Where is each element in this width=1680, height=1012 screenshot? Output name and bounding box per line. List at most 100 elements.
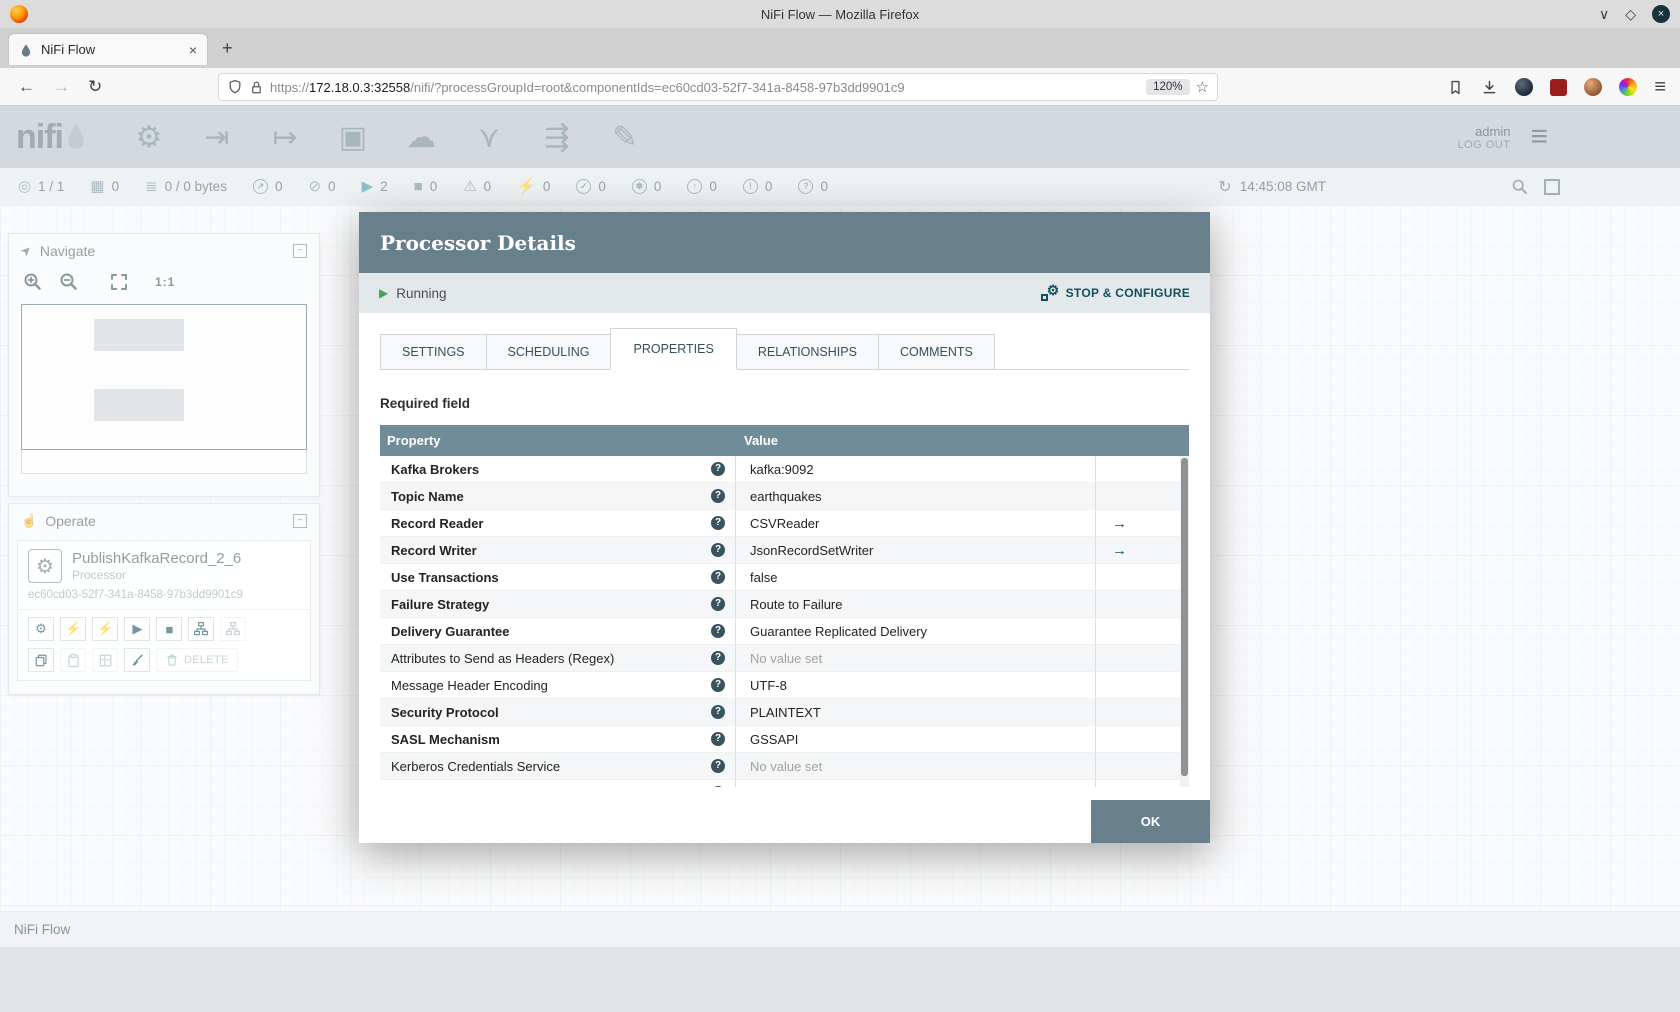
url-bar[interactable]: https://172.18.0.3:32558/nifi/?processGr… xyxy=(218,73,1218,101)
maximize-button[interactable]: ◇ xyxy=(1625,7,1636,21)
table-row: Delivery Guarantee? Guarantee Replicated… xyxy=(380,618,1189,645)
property-value: No value set xyxy=(750,786,822,788)
window-title: NiFi Flow — Mozilla Firefox xyxy=(760,6,920,22)
property-name: Record Reader xyxy=(391,515,484,531)
tab-settings[interactable]: SETTINGS xyxy=(380,334,487,369)
firefox-logo-icon xyxy=(10,5,28,23)
forward-button[interactable]: → xyxy=(53,77,70,97)
property-name: Failure Strategy xyxy=(391,596,490,612)
help-icon[interactable]: ? xyxy=(711,570,725,584)
table-row: Failure Strategy? Route to Failure xyxy=(380,591,1189,618)
dialog-header: Processor Details xyxy=(359,212,1210,273)
downloads-icon[interactable] xyxy=(1481,79,1498,96)
go-to-service-icon[interactable]: → xyxy=(1112,542,1127,559)
stop-configure-icon: ⚙ xyxy=(1040,282,1059,302)
bookmark-star-icon[interactable]: ☆ xyxy=(1196,78,1209,96)
table-row: SASL Mechanism? GSSAPI xyxy=(380,726,1189,753)
tab-comments[interactable]: COMMENTS xyxy=(877,334,995,369)
tab-title: NiFi Flow xyxy=(41,42,96,57)
property-name: Kerberos Service Name xyxy=(391,786,529,788)
stop-configure-label: STOP & CONFIGURE xyxy=(1065,286,1190,300)
property-value: Guarantee Replicated Delivery xyxy=(750,623,928,639)
tab-properties[interactable]: PROPERTIES xyxy=(610,328,737,370)
help-icon[interactable]: ? xyxy=(711,624,725,638)
new-tab-button[interactable]: + xyxy=(222,38,233,59)
property-name: Kafka Brokers xyxy=(391,461,480,477)
table-scrollbar[interactable] xyxy=(1180,456,1189,787)
property-value: kafka:9092 xyxy=(750,461,814,477)
help-icon[interactable]: ? xyxy=(711,516,725,530)
scrollbar-thumb[interactable] xyxy=(1181,458,1188,776)
table-row: Record Writer? JsonRecordSetWriter → xyxy=(380,537,1189,564)
screen: NiFi Flow — Mozilla Firefox ∨ ◇ × NiFi F… xyxy=(0,0,1680,1012)
extension-pinwheel-icon[interactable] xyxy=(1619,78,1638,96)
table-header: Property Value xyxy=(380,425,1189,456)
value-column-header: Value xyxy=(744,433,778,448)
table-row: Message Header Encoding? UTF-8 xyxy=(380,672,1189,699)
running-state-icon: ▶ xyxy=(379,286,389,300)
property-name: Kerberos Credentials Service xyxy=(391,758,561,774)
property-name: Security Protocol xyxy=(391,704,499,720)
lock-icon[interactable] xyxy=(249,80,264,95)
dialog-title: Processor Details xyxy=(380,230,576,255)
table-row-partial: Kerberos Service Name? No value set xyxy=(380,780,1189,787)
property-name: Use Transactions xyxy=(391,569,499,585)
property-value: No value set xyxy=(750,650,823,666)
property-value: Route to Failure xyxy=(750,596,843,612)
help-icon[interactable]: ? xyxy=(711,732,725,746)
property-value: UTF-8 xyxy=(750,677,787,693)
help-icon[interactable]: ? xyxy=(711,678,725,692)
browser-tab[interactable]: NiFi Flow × xyxy=(8,33,208,65)
url-text: https://172.18.0.3:32558/nifi/?processGr… xyxy=(270,79,905,95)
help-icon[interactable]: ? xyxy=(711,786,725,787)
dialog-tabs: SETTINGS SCHEDULING PROPERTIES RELATIONS… xyxy=(380,328,1189,370)
tab-favicon-icon xyxy=(21,43,31,57)
browser-menu-icon[interactable]: ≡ xyxy=(1654,76,1666,99)
help-icon[interactable]: ? xyxy=(711,597,725,611)
property-name: Attributes to Send as Headers (Regex) xyxy=(391,650,615,666)
property-name: Message Header Encoding xyxy=(391,677,548,693)
help-icon[interactable]: ? xyxy=(711,651,725,665)
property-value: JsonRecordSetWriter xyxy=(750,542,874,558)
table-body: Kafka Brokers? kafka:9092 Topic Name? ea… xyxy=(380,456,1189,787)
help-icon[interactable]: ? xyxy=(711,543,725,557)
property-value: false xyxy=(750,569,778,585)
property-name: Topic Name xyxy=(391,488,464,504)
help-icon[interactable]: ? xyxy=(711,462,725,476)
go-to-service-icon[interactable]: → xyxy=(1112,515,1127,532)
table-row: Kafka Brokers? kafka:9092 xyxy=(380,456,1189,483)
profile-avatar-icon[interactable] xyxy=(1584,78,1603,96)
tab-close-icon[interactable]: × xyxy=(189,42,197,58)
minimize-button[interactable]: ∨ xyxy=(1599,7,1609,21)
property-value: earthquakes xyxy=(750,488,822,504)
pocket-bookmark-icon[interactable] xyxy=(1447,79,1464,96)
close-button[interactable]: × xyxy=(1652,5,1670,23)
help-icon[interactable]: ? xyxy=(711,489,725,503)
ok-button[interactable]: OK xyxy=(1091,800,1210,843)
tab-relationships[interactable]: RELATIONSHIPS xyxy=(735,334,879,369)
processor-details-dialog: Processor Details ▶ Running ⚙ STOP & CON… xyxy=(359,212,1210,843)
running-state-label: Running xyxy=(396,285,447,301)
help-icon[interactable]: ? xyxy=(711,705,725,719)
table-row: Record Reader? CSVReader → xyxy=(380,510,1189,537)
dialog-status-bar: ▶ Running ⚙ STOP & CONFIGURE xyxy=(359,273,1210,313)
property-name: Delivery Guarantee xyxy=(391,623,510,639)
shield-icon[interactable] xyxy=(227,79,243,95)
help-icon[interactable]: ? xyxy=(711,759,725,773)
table-row: Use Transactions? false xyxy=(380,564,1189,591)
tab-bar: NiFi Flow × + xyxy=(0,28,1680,68)
reload-button[interactable]: ↻ xyxy=(88,77,102,97)
table-row: Security Protocol? PLAINTEXT xyxy=(380,699,1189,726)
browser-toolbar: ← → ↻ https://172.18.0.3:32558/nifi/?pro… xyxy=(0,68,1680,106)
ublock-extension-icon[interactable] xyxy=(1550,78,1568,96)
account-icon[interactable] xyxy=(1515,78,1534,96)
property-value: No value set xyxy=(750,758,823,774)
zoom-level-badge[interactable]: 120% xyxy=(1146,79,1190,95)
property-value: PLAINTEXT xyxy=(750,704,821,720)
tab-scheduling[interactable]: SCHEDULING xyxy=(485,334,612,369)
property-value: GSSAPI xyxy=(750,731,799,747)
property-value: CSVReader xyxy=(750,515,820,531)
dialog-body: SETTINGS SCHEDULING PROPERTIES RELATIONS… xyxy=(359,313,1210,800)
back-button[interactable]: ← xyxy=(18,77,35,97)
stop-and-configure-button[interactable]: ⚙ STOP & CONFIGURE xyxy=(1040,282,1190,302)
